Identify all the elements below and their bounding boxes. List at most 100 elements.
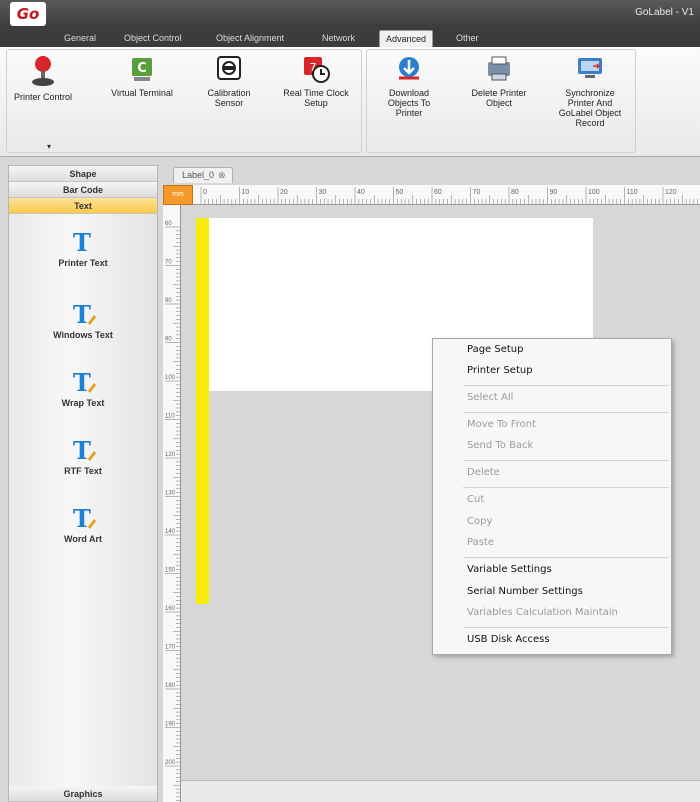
- menu-item-move-to-front[interactable]: Move To Front: [467, 419, 536, 430]
- menu-item-paste[interactable]: Paste: [467, 537, 494, 548]
- tool-printer-text[interactable]: T Printer Text: [9, 228, 157, 268]
- tab-advanced[interactable]: Advanced: [379, 30, 434, 47]
- tool-windows-text[interactable]: T Windows Text: [9, 300, 157, 340]
- real-time-clock-label: Real Time Clock Setup: [283, 88, 349, 108]
- ruler-label: 80: [511, 189, 519, 196]
- ruler-label: 50: [396, 189, 404, 196]
- ruler-label: 60: [165, 221, 172, 227]
- ruler-label: 160: [165, 606, 176, 612]
- menu-separator: [463, 460, 669, 461]
- word-art-icon: T: [65, 504, 101, 533]
- tab-object-alignment[interactable]: Object Alignment: [210, 30, 290, 47]
- category-text[interactable]: Text: [9, 198, 157, 214]
- menu-item-usb-disk-access[interactable]: USB Disk Access: [467, 634, 550, 645]
- category-shape[interactable]: Shape: [9, 166, 157, 182]
- virtual-terminal-button[interactable]: C Virtual Terminal: [97, 54, 187, 98]
- ruler-label: 60: [434, 189, 442, 196]
- ruler-label: 90: [165, 337, 172, 343]
- selection-strip: [196, 218, 209, 604]
- menu-item-variables-calculation[interactable]: Variables Calculation Maintain: [467, 607, 618, 618]
- printer-text-icon: T: [73, 228, 91, 257]
- calibration-sensor-label: Calibration Sensor: [207, 88, 251, 108]
- menu-item-send-to-back[interactable]: Send To Back: [467, 440, 533, 451]
- ruler-label: 180: [165, 683, 176, 689]
- horizontal-scrollbar[interactable]: [181, 780, 700, 802]
- ruler-label: 200: [165, 760, 176, 766]
- tool-label: Printer Text: [58, 258, 108, 268]
- tool-word-art[interactable]: T Word Art: [9, 504, 157, 544]
- document-tab[interactable]: Label_0 ⊗: [173, 167, 233, 183]
- menu-item-printer-setup[interactable]: Printer Setup: [467, 365, 533, 376]
- download-objects-label: Download Objects To Printer: [387, 88, 431, 118]
- delete-printer-object-label: Delete Printer Object: [471, 88, 527, 108]
- menu-item-copy[interactable]: Copy: [467, 516, 492, 527]
- ruler-label: 140: [165, 529, 176, 535]
- tool-label: Wrap Text: [61, 398, 105, 408]
- vertical-ruler-ticks: 60 70 80 90 100 110 120 130 140 150 160 170 180 190 20…: [165, 221, 181, 801]
- rtf-text-icon: T: [65, 436, 101, 465]
- app-logo[interactable]: Go: [10, 2, 46, 26]
- printer-control-label: Printer Control: [13, 92, 73, 102]
- menu-item-cut[interactable]: Cut: [467, 494, 484, 505]
- ruler-label: 130: [165, 491, 176, 497]
- svg-text:C: C: [137, 61, 147, 76]
- tool-label: RTF Text: [64, 466, 102, 476]
- download-icon: [399, 57, 419, 80]
- menu-item-delete[interactable]: Delete: [467, 467, 500, 478]
- real-time-clock-setup-button[interactable]: 7 Real Time Clock Setup: [283, 54, 349, 108]
- synchronize-label: Synchronize Printer And GoLabel Object R…: [558, 88, 622, 128]
- menu-separator: [463, 412, 669, 413]
- ruler-label: 170: [165, 645, 176, 651]
- ribbon: Printer Control ▾ C Virtual Terminal Cal…: [0, 47, 700, 157]
- synchronize-button[interactable]: Synchronize Printer And GoLabel Object R…: [551, 54, 629, 128]
- menu-item-variable-settings[interactable]: Variable Settings: [467, 564, 552, 575]
- ruler-label: 110: [165, 414, 175, 420]
- printer-control-button[interactable]: Printer Control: [11, 54, 75, 102]
- delete-printer-object-button[interactable]: Delete Printer Object: [463, 54, 535, 108]
- tool-panel: Shape Bar Code Text T Printer Text T Win…: [8, 165, 158, 802]
- ruler-label: 20: [280, 189, 288, 196]
- category-bar-code[interactable]: Bar Code: [9, 182, 157, 198]
- download-objects-button[interactable]: Download Objects To Printer: [377, 54, 441, 118]
- calibration-sensor-button[interactable]: Calibration Sensor: [199, 54, 259, 108]
- ruler-label: 70: [165, 260, 172, 266]
- ribbon-group-printer: Printer Control ▾ C Virtual Terminal Cal…: [6, 49, 362, 153]
- ruler-label: 0: [203, 189, 207, 196]
- horizontal-ruler: mm 0 10 20 30 40 50 60 70 80 90 100 110 120: [163, 185, 700, 205]
- tab-general[interactable]: General: [58, 30, 102, 47]
- context-menu: Page Setup Printer Setup Select All Move…: [432, 338, 672, 655]
- virtual-terminal-label: Virtual Terminal: [111, 88, 173, 98]
- ruler-label: 150: [165, 568, 176, 574]
- ruler-label: 70: [473, 189, 481, 196]
- menu-item-serial-number-settings[interactable]: Serial Number Settings: [467, 586, 583, 597]
- delete-printer-object-icon: [488, 56, 510, 81]
- wrap-text-icon: T: [65, 368, 101, 397]
- ruler-label: 100: [588, 189, 600, 196]
- vertical-ruler: 60 70 80 90 100 110 120 130 140 150 160 170 180 190 20…: [163, 205, 181, 802]
- printer-control-dropdown-arrow[interactable]: ▾: [47, 142, 51, 151]
- menu-separator: [463, 487, 669, 488]
- document-tab-label: Label_0: [182, 170, 215, 180]
- ruler-label: 120: [665, 189, 677, 196]
- ribbon-group-objects: Download Objects To Printer Delete Print…: [366, 49, 636, 153]
- tool-rtf-text[interactable]: T RTF Text: [9, 436, 157, 476]
- menu-item-select-all[interactable]: Select All: [467, 392, 513, 403]
- tab-network[interactable]: Network: [316, 30, 361, 47]
- close-tab-icon[interactable]: ⊗: [218, 170, 226, 180]
- menu-separator: [463, 557, 669, 558]
- menu-item-page-setup[interactable]: Page Setup: [467, 344, 524, 355]
- tool-label: Word Art: [64, 534, 102, 544]
- window-title: GoLabel - V1: [635, 7, 694, 18]
- tab-other[interactable]: Other: [450, 30, 485, 47]
- tool-wrap-text[interactable]: T Wrap Text: [9, 368, 157, 408]
- ruler-label: 110: [627, 189, 638, 196]
- tab-object-control[interactable]: Object Control: [118, 30, 188, 47]
- ruler-label: 10: [242, 189, 250, 196]
- synchronize-icon: [578, 58, 602, 78]
- ruler-label: 90: [550, 189, 558, 196]
- ruler-label: 80: [165, 298, 172, 304]
- ribbon-tab-strip: General Object Control Object Alignment …: [0, 27, 700, 47]
- category-graphics[interactable]: Graphics: [9, 786, 157, 802]
- ruler-label: 120: [165, 452, 176, 458]
- menu-separator: [463, 627, 669, 628]
